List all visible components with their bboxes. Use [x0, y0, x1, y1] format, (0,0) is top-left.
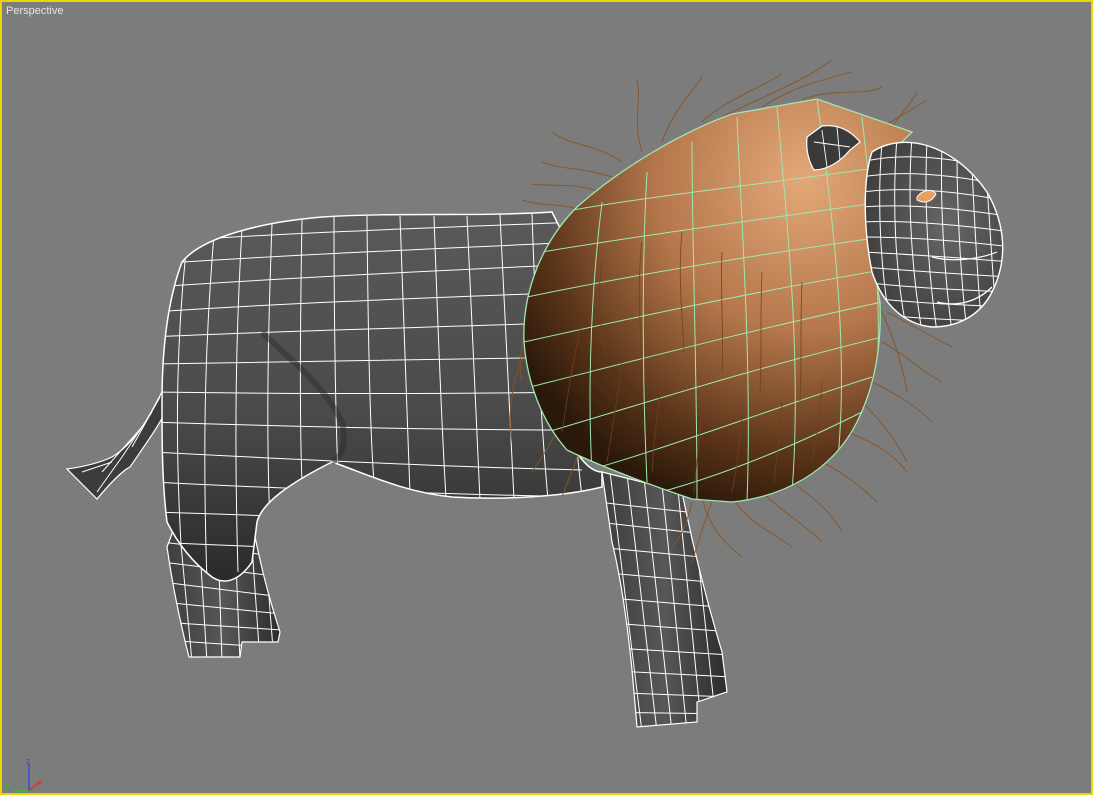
- x-axis-label: x: [38, 777, 43, 787]
- axis-gizmo: [14, 764, 40, 792]
- y-axis-label: y: [5, 780, 10, 790]
- perspective-viewport[interactable]: Perspective z x y: [0, 0, 1093, 795]
- z-axis-label: z: [26, 756, 31, 766]
